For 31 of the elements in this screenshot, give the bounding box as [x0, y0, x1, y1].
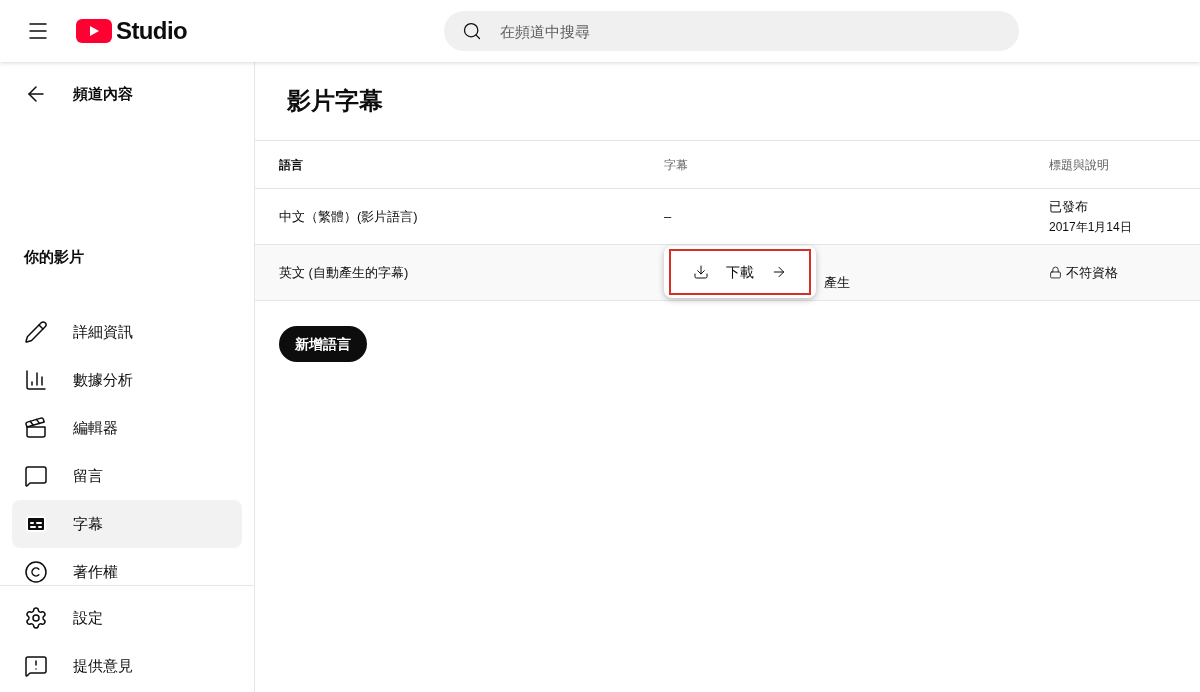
subtitles-cell-text: 產生	[824, 273, 850, 292]
column-header: 字幕	[664, 156, 689, 174]
status-text: 已發布	[1049, 197, 1088, 216]
download-menu-item[interactable]: 下載	[669, 249, 811, 295]
page-title: 影片字幕	[287, 86, 383, 116]
sidebar-item[interactable]: 提供意見	[12, 642, 242, 690]
settings-icon	[24, 606, 48, 630]
comment-icon	[24, 464, 48, 488]
logo-icon	[76, 19, 112, 43]
search-field[interactable]: 在頻道中搜尋	[444, 11, 1020, 51]
back-link[interactable]: 頻道內容	[73, 82, 133, 106]
clapperboard-icon	[24, 416, 48, 440]
column-header: 語言	[279, 156, 304, 174]
language-cell-text: 英文 (自動產生的字幕)	[279, 263, 410, 282]
pencil-icon	[24, 320, 48, 344]
table-row[interactable]: 英文 (自動產生的字幕) 下載 產生 不符資格	[255, 245, 1200, 301]
status-text: 不符資格	[1066, 263, 1118, 282]
subtitles-cell-text: –	[664, 207, 672, 226]
language-cell-text: 中文（繁體）(影片語言)	[279, 207, 419, 226]
feedback-icon	[24, 654, 48, 678]
sidebar-item[interactable]: 設定	[12, 594, 242, 642]
bar-chart-icon	[24, 368, 48, 392]
search-icon	[462, 21, 483, 41]
column-header: 標題與說明	[1049, 156, 1110, 174]
logo-text: Studio	[116, 19, 188, 43]
copyright-icon	[24, 560, 48, 584]
add-language-button[interactable]: 新增語言	[279, 326, 367, 362]
date-text: 2017年1月14日	[1049, 219, 1133, 237]
download-icon	[693, 264, 709, 280]
section-title: 你的影片	[22, 247, 85, 267]
sidebar-item[interactable]: 字幕	[12, 500, 242, 548]
